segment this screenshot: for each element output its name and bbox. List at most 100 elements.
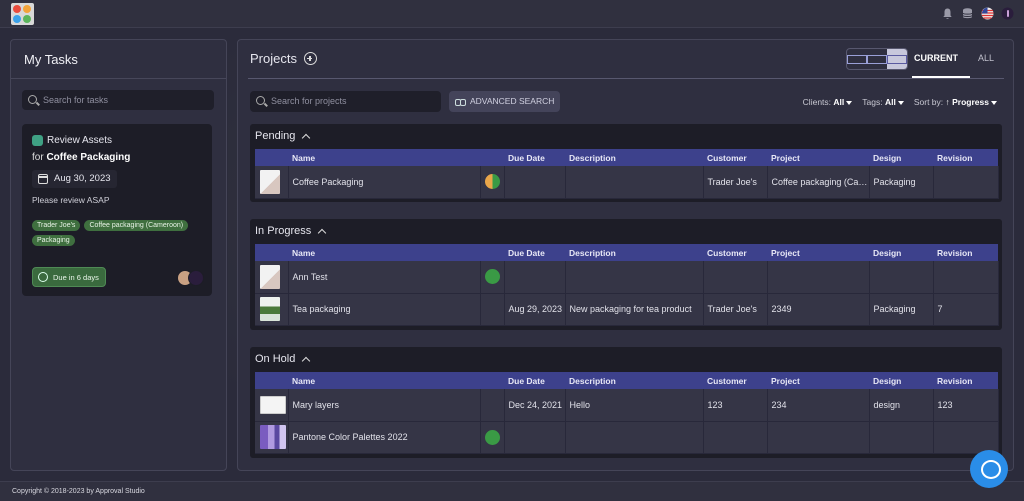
cell-customer: Trader Joe's xyxy=(703,293,768,326)
clients-filter-value: All xyxy=(833,97,845,107)
due-text: Due in 6 days xyxy=(53,273,99,282)
view-columns-button[interactable] xyxy=(847,49,867,69)
header-name[interactable]: Name xyxy=(288,372,480,389)
app-logo[interactable] xyxy=(11,3,34,25)
header-description[interactable]: Description xyxy=(565,149,703,166)
cell-description xyxy=(565,421,704,454)
cell-status xyxy=(480,293,505,326)
my-tasks-title: My Tasks xyxy=(24,52,78,67)
view-list-button[interactable] xyxy=(887,49,907,69)
binoculars-icon xyxy=(455,97,466,106)
tag[interactable]: Packaging xyxy=(32,235,75,246)
header-thumb xyxy=(255,372,288,389)
clients-filter-label: Clients: xyxy=(802,97,832,107)
cell-revision: 7 xyxy=(933,293,999,326)
bell-icon[interactable] xyxy=(941,7,954,20)
table-row[interactable]: Pantone Color Palettes 2022 xyxy=(255,421,999,454)
task-for-label: for xyxy=(32,152,44,163)
cell-due-date xyxy=(504,166,566,199)
group-on-hold-toggle[interactable]: On Hold xyxy=(255,353,311,366)
cell-customer xyxy=(703,261,768,294)
tags-filter[interactable]: Tags: All xyxy=(862,97,904,107)
cell-design: design xyxy=(869,389,934,422)
thumbnail xyxy=(255,421,289,454)
chat-support-button[interactable] xyxy=(970,450,1008,488)
tag[interactable]: Trader Joe's xyxy=(32,220,81,231)
group-pending-toggle[interactable]: Pending xyxy=(255,130,311,143)
clients-filter[interactable]: Clients: All xyxy=(803,97,853,107)
header-revision[interactable]: Revision xyxy=(933,244,998,261)
tab-current[interactable]: CURRENT xyxy=(914,53,958,63)
header-name[interactable]: Name xyxy=(288,244,480,261)
group-title: Pending xyxy=(255,130,296,142)
copyright-text: Copyright © 2018-2023 by Approval Studio xyxy=(12,488,145,495)
header-due-date[interactable]: Due Date xyxy=(504,149,565,166)
view-grid-button[interactable] xyxy=(867,49,887,69)
cell-name: Mary layers xyxy=(288,389,481,422)
tab-all[interactable]: ALL xyxy=(978,53,994,63)
cell-description: New packaging for tea product xyxy=(565,293,704,326)
header-project[interactable]: Project xyxy=(767,244,869,261)
cell-due-date: Aug 29, 2023 xyxy=(504,293,566,326)
task-date-text: Aug 30, 2023 xyxy=(54,173,111,184)
task-search-input[interactable]: Search for tasks xyxy=(22,90,214,110)
table-row[interactable]: Tea packaging Aug 29, 2023 New packaging… xyxy=(255,293,999,326)
header-revision[interactable]: Revision xyxy=(933,149,998,166)
tag[interactable]: Coffee packaging (Cameroon) xyxy=(84,220,189,231)
table-row[interactable]: Coffee Packaging Trader Joe's Coffee pac… xyxy=(255,166,999,199)
due-badge: Due in 6 days xyxy=(32,267,106,287)
task-card[interactable]: Review Assets for Coffee Packaging Aug 3… xyxy=(22,124,212,296)
projects-title: Projects xyxy=(250,51,297,66)
cell-name: Tea packaging xyxy=(288,293,481,326)
user-avatar[interactable] xyxy=(1001,7,1014,20)
sort-filter[interactable]: Sort by: ↑ Progress xyxy=(914,97,997,107)
header-design[interactable]: Design xyxy=(869,372,933,389)
group-title: In Progress xyxy=(255,225,312,237)
task-project[interactable]: Coffee Packaging xyxy=(46,152,130,163)
cell-status xyxy=(480,421,505,454)
header-project[interactable]: Project xyxy=(767,372,869,389)
avatar[interactable] xyxy=(188,270,204,286)
group-in-progress-toggle[interactable]: In Progress xyxy=(255,225,327,238)
header-revision[interactable]: Revision xyxy=(933,372,998,389)
calendar-icon xyxy=(38,174,48,184)
cell-design xyxy=(869,261,934,294)
cell-project: 2349 xyxy=(767,293,870,326)
header-description[interactable]: Description xyxy=(565,244,703,261)
cell-description xyxy=(565,166,704,199)
add-project-icon[interactable] xyxy=(303,52,317,65)
header-thumb xyxy=(255,149,288,166)
thumbnail xyxy=(255,166,289,199)
divider xyxy=(11,78,226,79)
header-design[interactable]: Design xyxy=(869,244,933,261)
project-search-input[interactable]: Search for projects xyxy=(250,91,441,112)
header-customer[interactable]: Customer xyxy=(703,372,767,389)
header-name[interactable]: Name xyxy=(288,149,480,166)
header-description[interactable]: Description xyxy=(565,372,703,389)
cell-project: Coffee packaging (Cameroon) xyxy=(767,166,870,199)
divider xyxy=(248,78,1004,79)
group-in-progress: In Progress Name Due Date Description Cu… xyxy=(250,219,1002,330)
task-tags: Trader Joe's Coffee packaging (Cameroon)… xyxy=(32,220,207,246)
header-customer[interactable]: Customer xyxy=(703,149,767,166)
us-flag-icon[interactable] xyxy=(981,7,994,20)
task-note: Please review ASAP xyxy=(32,195,110,205)
cell-customer xyxy=(703,421,768,454)
table-row[interactable]: Ann Test xyxy=(255,261,999,294)
cell-revision: 123 xyxy=(933,389,999,422)
thumbnail xyxy=(255,389,289,422)
table-row[interactable]: Mary layers Dec 24, 2021 Hello 123 234 d… xyxy=(255,389,999,422)
search-icon xyxy=(28,95,37,104)
header-due-date[interactable]: Due Date xyxy=(504,244,565,261)
header-design[interactable]: Design xyxy=(869,149,933,166)
cell-revision xyxy=(933,421,999,454)
database-icon[interactable] xyxy=(961,7,974,20)
cell-due-date: Dec 24, 2021 xyxy=(504,389,566,422)
header-project[interactable]: Project xyxy=(767,149,869,166)
header-due-date[interactable]: Due Date xyxy=(504,372,565,389)
cell-design: Packaging xyxy=(869,166,934,199)
review-icon xyxy=(32,135,43,146)
advanced-search-button[interactable]: ADVANCED SEARCH xyxy=(449,91,561,112)
header-customer[interactable]: Customer xyxy=(703,244,767,261)
tags-filter-label: Tags: xyxy=(862,97,883,107)
